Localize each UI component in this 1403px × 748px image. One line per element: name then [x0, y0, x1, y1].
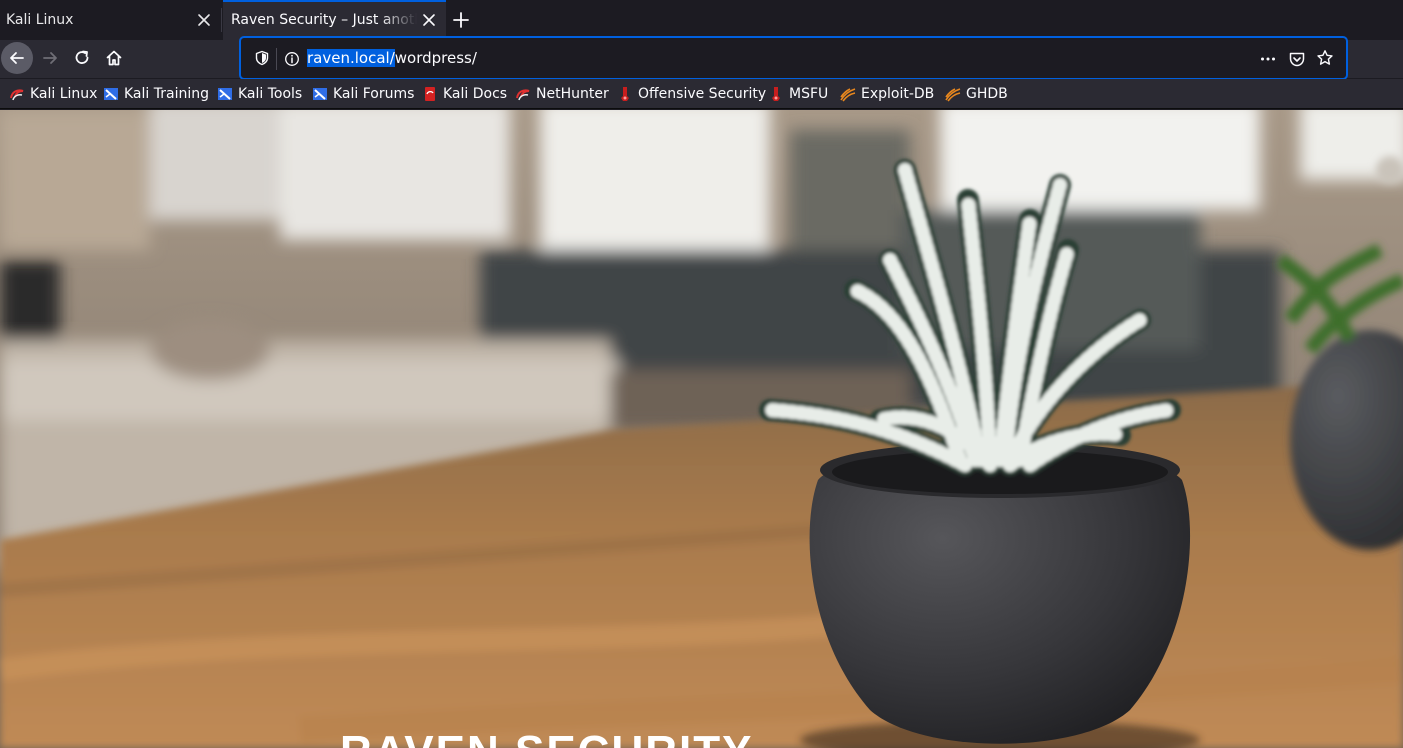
url-separator: [276, 48, 277, 70]
ghdb-icon: [945, 88, 961, 102]
tab-divider: [221, 8, 222, 32]
kali-dragon-icon: [10, 89, 24, 101]
home-icon: [106, 50, 122, 66]
bookmark-label: Kali Forums: [333, 86, 415, 102]
url-bar[interactable]: raven.local/wordpress/: [240, 37, 1347, 79]
tab-title: Kali Linux: [6, 12, 74, 28]
url-text[interactable]: raven.local/wordpress/: [307, 49, 477, 67]
tab-strip: Kali Linux Raven Security – Just another…: [0, 0, 1403, 40]
bookmark-label: MSFU: [789, 86, 829, 102]
exploit-db-icon: [840, 88, 856, 102]
tab-raven-security[interactable]: Raven Security – Just another WordPress …: [223, 0, 446, 40]
bookmark-label: GHDB: [966, 86, 1008, 102]
forward-button[interactable]: [34, 42, 66, 74]
close-icon[interactable]: [197, 13, 211, 27]
bookmark-msfu[interactable]: MSFU: [768, 84, 828, 104]
plus-icon[interactable]: [452, 11, 470, 29]
shield-icon[interactable]: [254, 50, 270, 66]
bookmark-label: NetHunter: [536, 86, 609, 102]
more-actions-icon[interactable]: [1259, 50, 1277, 68]
kali-training-icon: [104, 88, 118, 100]
bookmark-label: Kali Docs: [443, 86, 508, 102]
bookmark-kali-forums[interactable]: Kali Forums: [312, 84, 414, 104]
tab-title: Raven Security – Just another WordPress …: [231, 12, 417, 28]
site-title[interactable]: RAVEN SECURITY: [340, 730, 753, 748]
reload-button[interactable]: [66, 42, 98, 74]
bookmark-offensive-security[interactable]: Offensive Security: [617, 84, 766, 104]
back-button[interactable]: [1, 42, 33, 74]
bookmark-label: Kali Tools: [238, 86, 303, 102]
bookmark-kali-docs[interactable]: Kali Docs: [422, 84, 507, 104]
reload-icon: [75, 50, 89, 64]
forward-arrow-icon: [43, 52, 57, 64]
home-button[interactable]: [98, 42, 130, 74]
star-icon[interactable]: [1316, 49, 1334, 67]
tab-kali-linux[interactable]: Kali Linux: [0, 0, 220, 40]
msfu-icon: [772, 87, 780, 101]
bookmark-ghdb[interactable]: GHDB: [945, 84, 1008, 104]
bookmark-kali-training[interactable]: Kali Training: [103, 84, 209, 104]
bookmark-label: Exploit-DB: [861, 86, 935, 102]
bookmark-exploit-db[interactable]: Exploit-DB: [840, 84, 934, 104]
kali-forums-icon: [313, 88, 327, 100]
bookmark-kali-linux[interactable]: Kali Linux: [9, 84, 97, 104]
page-content: RAVEN SECURITY: [0, 110, 1403, 748]
bookmark-label: Kali Linux: [30, 86, 98, 102]
pocket-icon[interactable]: [1288, 50, 1306, 68]
nethunter-icon: [516, 89, 530, 101]
url-path: wordpress/: [394, 49, 477, 67]
close-icon[interactable]: [422, 13, 436, 27]
bookmark-label: Offensive Security: [638, 86, 767, 102]
back-arrow-icon: [10, 52, 24, 64]
offsec-icon: [621, 87, 629, 101]
info-icon[interactable]: [284, 51, 300, 67]
kali-tools-icon: [218, 88, 232, 100]
bookmark-nethunter[interactable]: NetHunter: [515, 84, 609, 104]
bookmarks-toolbar: Kali Linux Kali Training Kali Tools Kali…: [0, 79, 1403, 109]
bookmark-kali-tools[interactable]: Kali Tools: [217, 84, 302, 104]
bookmark-label: Kali Training: [124, 86, 209, 102]
kali-docs-icon: [425, 87, 435, 101]
url-host: raven.local/: [307, 49, 395, 67]
hero-image: [0, 110, 1403, 748]
